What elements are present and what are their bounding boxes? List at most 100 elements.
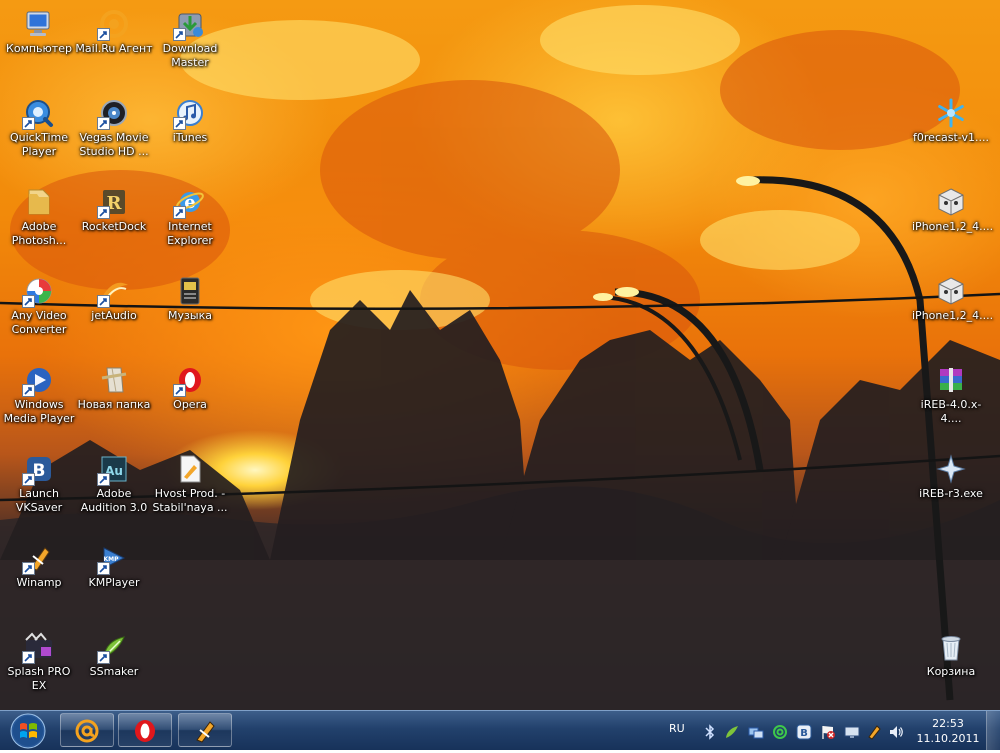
- desktop-icon-adobe-audition[interactable]: Au Adobe Audition 3.0: [75, 453, 153, 515]
- desktop-icon-splash-pro-ex[interactable]: Splash PRO EX: [0, 631, 78, 693]
- clock-time: 22:53: [932, 717, 964, 730]
- taskbar-button-opera[interactable]: [118, 713, 172, 747]
- ssmaker-icon: [97, 631, 130, 664]
- action-center-flag-icon[interactable]: [820, 724, 836, 740]
- archive-cube-icon: [935, 275, 967, 307]
- desktop-icon-adobe-photoshop[interactable]: Adobe Photosh...: [0, 186, 78, 248]
- icon-label: RocketDock: [81, 220, 147, 233]
- shortcut-arrow-icon: [22, 117, 35, 130]
- desktop-icon-windows-media-player[interactable]: Windows Media Player: [0, 364, 78, 426]
- desktop-icon-vegas-movie-studio[interactable]: Vegas Movie Studio HD ...: [75, 97, 153, 159]
- rocketdock-icon: R: [97, 186, 130, 219]
- icon-label: iPhone1,2_4....: [912, 220, 994, 233]
- shortcut-arrow-icon: [173, 28, 186, 41]
- opera-icon: [173, 364, 206, 397]
- desktop-icon-download-master[interactable]: Download Master: [151, 8, 229, 70]
- windows-media-player-icon: [22, 364, 55, 397]
- network-tray-icon[interactable]: [748, 724, 764, 740]
- opera-icon: [135, 720, 155, 742]
- audio-file-icon: [174, 453, 206, 485]
- icon-label: Internet Explorer: [167, 220, 213, 247]
- winamp-icon: [196, 721, 215, 743]
- shortcut-arrow-icon: [22, 562, 35, 575]
- desktop-icon-opera[interactable]: Opera: [151, 364, 229, 412]
- icon-label: iREB-4.0.x-4....: [920, 398, 982, 425]
- desktop-icon-ireb-archive[interactable]: iREB-4.0.x-4....: [912, 364, 990, 426]
- shortcut-arrow-icon: [22, 384, 35, 397]
- ireb-star-icon: [935, 453, 967, 485]
- desktop-icon-internet-explorer[interactable]: e Internet Explorer: [151, 186, 229, 248]
- taskbar-button-winamp[interactable]: [178, 713, 232, 747]
- kmplayer-icon: KMP: [97, 542, 130, 575]
- folder-icon: [23, 186, 55, 218]
- vksaver-icon: B: [22, 453, 55, 486]
- desktop-icon-ireb-exe[interactable]: iREB-r3.exe: [912, 453, 990, 501]
- shortcut-arrow-icon: [97, 206, 110, 219]
- shortcut-arrow-icon: [22, 295, 35, 308]
- desktop-icon-mail-ru-agent[interactable]: Mail.Ru Агент: [75, 8, 153, 56]
- desktop-icon-launch-vksaver[interactable]: B Launch VKSaver: [0, 453, 78, 515]
- shortcut-arrow-icon: [97, 117, 110, 130]
- shortcut-arrow-icon: [173, 117, 186, 130]
- desktop-icon-jetaudio[interactable]: jetAudio: [75, 275, 153, 323]
- shortcut-arrow-icon: [22, 473, 35, 486]
- desktop-icon-iphone-firmware-1[interactable]: iPhone1,2_4....: [912, 186, 994, 234]
- language-indicator[interactable]: RU: [669, 722, 685, 735]
- splash-pro-icon: [22, 631, 55, 664]
- mail-ru-agent-icon: [97, 8, 130, 41]
- windows-logo-icon: [10, 713, 46, 749]
- shortcut-arrow-icon: [97, 28, 110, 41]
- shortcut-arrow-icon: [22, 651, 35, 664]
- icon-label: f0recast-v1....: [913, 131, 989, 144]
- start-button[interactable]: [4, 713, 52, 749]
- desktop-icon-itunes[interactable]: iTunes: [151, 97, 229, 145]
- download-master-icon: [173, 8, 206, 41]
- shortcut-arrow-icon: [173, 384, 186, 397]
- icon-label: Launch VKSaver: [15, 487, 63, 514]
- show-desktop-button[interactable]: [986, 711, 1000, 750]
- display-tray-icon[interactable]: [844, 724, 860, 740]
- icon-label: iREB-r3.exe: [919, 487, 983, 500]
- taskbar-button-mail-ru-agent[interactable]: [60, 713, 114, 747]
- icon-label: Vegas Movie Studio HD ...: [79, 131, 149, 158]
- desktop-icon-f0recast[interactable]: f0recast-v1....: [912, 97, 990, 145]
- desktop-icon-rocketdock[interactable]: R RocketDock: [75, 186, 153, 234]
- icon-label: Opera: [173, 398, 207, 411]
- ssmaker-tray-icon[interactable]: [724, 724, 740, 740]
- icon-label: KMPlayer: [88, 576, 140, 589]
- computer-icon: [23, 8, 55, 40]
- internet-explorer-icon: e: [173, 186, 206, 219]
- desktop-icon-computer[interactable]: Компьютер: [0, 8, 78, 56]
- mail-ru-agent-tray-icon[interactable]: [772, 724, 788, 740]
- desktop-icon-ssmaker[interactable]: SSmaker: [75, 631, 153, 679]
- icon-label: iPhone1,2_4....: [912, 309, 994, 322]
- vksaver-tray-icon[interactable]: B: [796, 724, 812, 740]
- archive-cube-icon: [935, 186, 967, 218]
- shortcut-arrow-icon: [97, 562, 110, 575]
- desktop-icon-music[interactable]: Музыка: [151, 275, 229, 323]
- icon-label: Windows Media Player: [3, 398, 75, 425]
- volume-icon[interactable]: [888, 724, 904, 740]
- shortcut-arrow-icon: [173, 206, 186, 219]
- icon-label: Новая папка: [77, 398, 151, 411]
- icon-label: Splash PRO EX: [7, 665, 71, 692]
- desktop-icon-any-video-converter[interactable]: Any Video Converter: [0, 275, 78, 337]
- new-folder-icon: [98, 364, 130, 396]
- adobe-audition-icon: Au: [97, 453, 130, 486]
- bluetooth-icon[interactable]: [702, 724, 718, 740]
- shortcut-arrow-icon: [97, 473, 110, 486]
- desktop-icon-iphone-firmware-2[interactable]: iPhone1,2_4....: [912, 275, 994, 323]
- taskbar-clock[interactable]: 22:53 11.10.2011: [912, 716, 984, 746]
- icon-label: Корзина: [926, 665, 976, 678]
- desktop-icon-quicktime[interactable]: QuickTime Player: [0, 97, 78, 159]
- desktop-icon-hvost-prod[interactable]: Hvost Prod. - Stabil'naya ...: [151, 453, 229, 515]
- desktop-icon-winamp[interactable]: Winamp: [0, 542, 78, 590]
- desktop-icon-kmplayer[interactable]: KMP KMPlayer: [75, 542, 153, 590]
- winamp-tray-icon[interactable]: [866, 724, 882, 740]
- icon-label: Adobe Audition 3.0: [80, 487, 148, 514]
- music-library-icon: [174, 275, 206, 307]
- icon-label: Hvost Prod. - Stabil'naya ...: [152, 487, 228, 514]
- icon-label: Компьютер: [6, 42, 72, 55]
- desktop-icon-new-folder[interactable]: Новая папка: [75, 364, 153, 412]
- desktop-icon-recycle-bin[interactable]: Корзина: [912, 631, 990, 679]
